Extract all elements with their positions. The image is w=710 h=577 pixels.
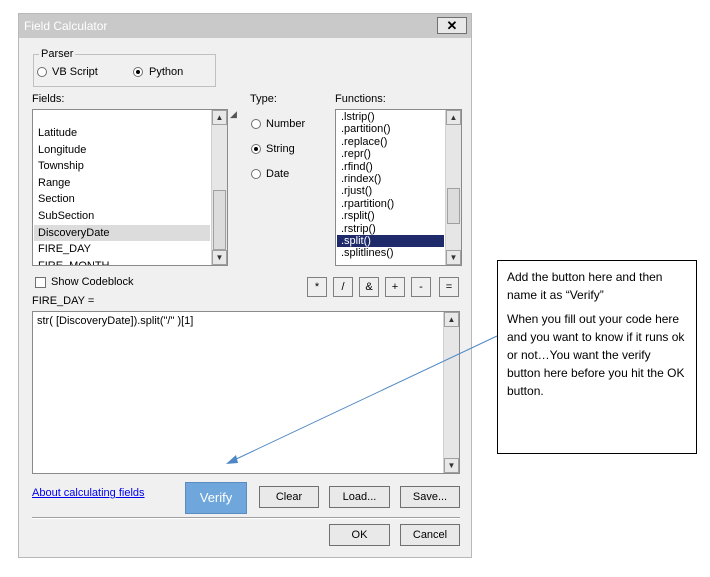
arrow-line	[231, 335, 498, 462]
annotation-arrow	[226, 335, 498, 464]
arrow-head-icon	[226, 455, 238, 464]
